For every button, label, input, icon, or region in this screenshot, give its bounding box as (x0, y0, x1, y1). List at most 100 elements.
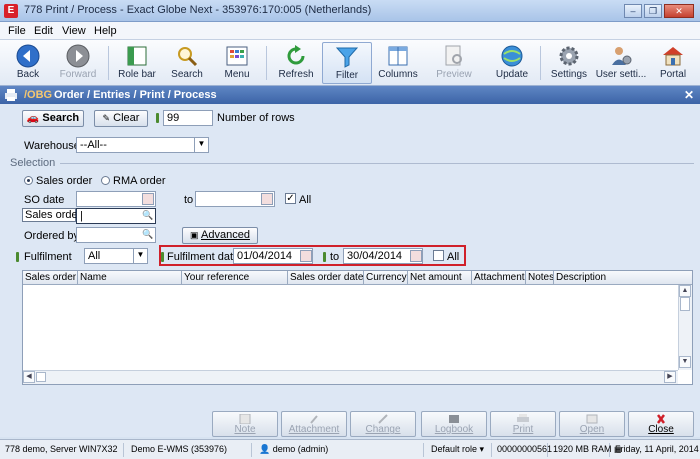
chevron-down-icon[interactable]: ▼ (194, 138, 208, 152)
toolbar-back-label: Back (16, 69, 40, 80)
lookup-magnifier-icon[interactable]: 🔍 (142, 229, 154, 241)
column-header-sales-order-date[interactable]: Sales order date (288, 271, 364, 285)
toolbar-preview-button[interactable]: Preview (432, 42, 476, 84)
column-header-attachment[interactable]: Attachment (472, 271, 526, 285)
chevron-down-icon[interactable]: ▾ (480, 444, 485, 454)
open-icon (586, 414, 598, 424)
menu-bar: File Edit View Help (0, 22, 700, 40)
so-date-label: SO date (24, 194, 65, 206)
sales-order-radio[interactable] (24, 176, 33, 185)
fulfilment-all-checkbox[interactable] (433, 250, 444, 261)
gears-icon (559, 46, 579, 66)
printer-icon (5, 89, 17, 101)
page-header-bar: /OBG Order / Entries / Print / Process ✕ (0, 86, 700, 104)
attachment-button[interactable]: Attachment (281, 411, 347, 437)
maximize-button[interactable]: ❐ (644, 4, 662, 18)
change-button[interactable]: Change (350, 411, 416, 437)
calendar-icon[interactable] (410, 250, 422, 262)
status-role: Default role ▾ (428, 443, 492, 457)
menu-view[interactable]: View (62, 25, 86, 37)
menu-help[interactable]: Help (94, 25, 117, 37)
printer-icon (517, 414, 529, 422)
change-button-label: Change (365, 424, 401, 435)
vertical-scroll-thumb[interactable] (680, 297, 690, 311)
fulfilment-select[interactable]: All ▼ (84, 248, 148, 264)
toolbar-role-bar-label: Role bar (118, 69, 156, 80)
user-icon: 👤 (259, 444, 271, 454)
ordered-by-label: Ordered by (24, 230, 80, 242)
close-button[interactable]: Close (628, 411, 694, 437)
exact-app-icon: E (4, 4, 18, 18)
toolbar-refresh-button[interactable]: Refresh (274, 42, 318, 84)
menu-file[interactable]: File (8, 25, 26, 37)
columns-icon (388, 46, 408, 66)
back-arrow-icon (16, 44, 40, 68)
print-button[interactable]: Print (490, 411, 556, 437)
toolbar-menu-button[interactable]: Menu (216, 42, 258, 84)
page-close-icon[interactable]: ✕ (684, 88, 694, 102)
advanced-button[interactable]: ▣ Advanced (182, 227, 258, 244)
scroll-down-icon[interactable]: ▼ (679, 356, 691, 368)
so-date-to-label: to (184, 194, 194, 206)
column-header-net-amount[interactable]: Net amount (408, 271, 472, 285)
warehouse-label: Warehouse (24, 140, 80, 152)
chevron-down-icon[interactable]: ▼ (133, 249, 147, 263)
toolbar-search-button[interactable]: Search (166, 42, 208, 84)
logbook-button[interactable]: Logbook (421, 411, 487, 437)
results-grid[interactable]: Sales order Name Your reference Sales or… (22, 270, 693, 385)
horizontal-scrollbar[interactable]: ◀ ▶ (23, 370, 678, 384)
toolbar-update-button[interactable]: Update (490, 42, 534, 84)
menu-edit[interactable]: Edit (34, 25, 53, 37)
column-header-currency[interactable]: Currency (364, 271, 408, 285)
clear-button[interactable]: ✎ Clear (94, 110, 148, 127)
forward-arrow-icon (66, 44, 90, 68)
column-header-description[interactable]: Description (554, 271, 692, 285)
so-date-all-checkbox[interactable]: ✓ (285, 193, 296, 204)
toolbar: Back Forward Role bar Search Menu Refres… (0, 40, 700, 86)
toolbar-user-settings-button[interactable]: User setti... (594, 42, 648, 84)
rma-order-radio[interactable] (101, 176, 110, 185)
scroll-left-icon[interactable]: ◀ (23, 371, 35, 383)
lookup-magnifier-icon[interactable]: 🔍 (142, 210, 154, 222)
grid-header: Sales order Name Your reference Sales or… (23, 271, 692, 285)
sales-order-radio-label: Sales order (36, 175, 93, 187)
note-button-label: Note (234, 424, 256, 435)
toolbar-settings-button[interactable]: Settings (546, 42, 592, 84)
toolbar-portal-button[interactable]: Portal (652, 42, 694, 84)
search-button-label: Search (42, 112, 80, 124)
rows-input[interactable]: 99 (163, 110, 213, 126)
column-header-name[interactable]: Name (78, 271, 182, 285)
calendar-icon[interactable] (300, 250, 312, 262)
scroll-up-icon[interactable]: ▲ (679, 285, 691, 297)
note-button[interactable]: Note (212, 411, 278, 437)
toolbar-columns-button[interactable]: Columns (376, 42, 420, 84)
clear-button-label: Clear (113, 112, 140, 124)
calendar-icon[interactable] (261, 193, 273, 205)
breadcrumb-prefix: /OBG (24, 89, 53, 101)
horizontal-scroll-thumb[interactable] (36, 372, 46, 382)
toolbar-forward-button[interactable]: Forward (52, 42, 104, 84)
calendar-icon[interactable] (142, 193, 154, 205)
fulfilment-value: All (88, 250, 101, 262)
column-header-sales-order[interactable]: Sales order (23, 271, 78, 285)
vertical-scrollbar[interactable]: ▲ ▼ (678, 285, 692, 370)
column-header-notes[interactable]: Notes (526, 271, 554, 285)
column-header-your-reference[interactable]: Your reference (182, 271, 288, 285)
search-button[interactable]: 🚗 Search (22, 110, 84, 127)
sales-order-label: Sales order (22, 208, 81, 222)
minimize-button[interactable]: – (624, 4, 642, 18)
required-marker (323, 252, 326, 262)
scroll-right-icon[interactable]: ▶ (664, 371, 676, 383)
role-bar-icon (127, 46, 147, 66)
warehouse-select[interactable]: --All-- ▼ (76, 137, 209, 153)
toolbar-menu-label: Menu (224, 69, 250, 80)
section-divider (60, 163, 694, 164)
warehouse-value: --All-- (80, 139, 107, 151)
status-memory: 1920 MB RAM ▦ (550, 443, 622, 457)
toolbar-role-bar-button[interactable]: Role bar (112, 42, 162, 84)
window-close-button[interactable]: ✕ (664, 4, 694, 18)
window-title: 778 Print / Process - Exact Globe Next -… (24, 4, 372, 16)
toolbar-back-button[interactable]: Back (4, 42, 52, 84)
open-button[interactable]: Open (559, 411, 625, 437)
toolbar-filter-button[interactable]: Filter (322, 42, 372, 84)
